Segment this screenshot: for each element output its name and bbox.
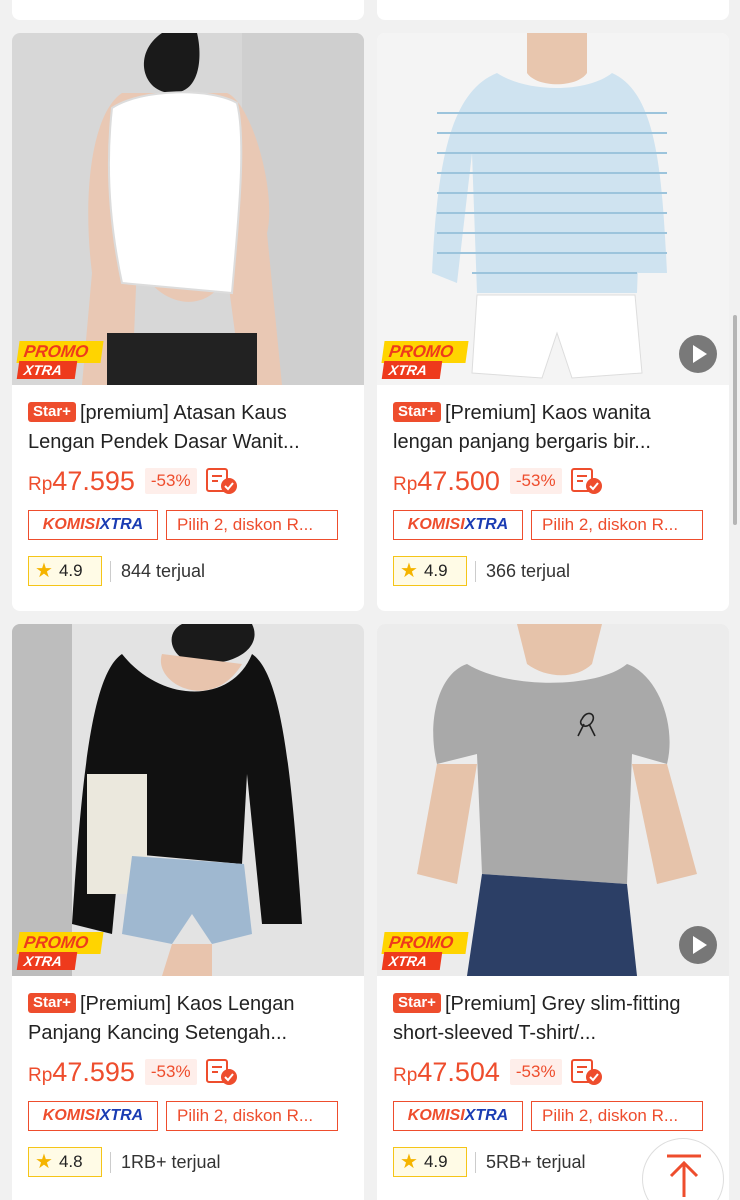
product-title[interactable]: Star+ [Premium] Kaos Lengan Panjang Kanci… xyxy=(28,990,350,1048)
cod-check-icon xyxy=(205,466,239,496)
rating-value: 4.9 xyxy=(423,1152,448,1171)
product-photo xyxy=(12,624,364,976)
product-price: Rp47.500 xyxy=(393,466,500,497)
previous-card-left xyxy=(12,0,364,20)
komisi-xtra-badge: KOMISI XTRA xyxy=(28,1101,158,1131)
komisi-text: KOMISI xyxy=(407,516,465,533)
product-card[interactable]: PROMO XTRA Star+ [premium] Atasan Kaus Le… xyxy=(12,33,364,611)
xtra-text: XTRA xyxy=(464,516,509,533)
rating-value: 4.8 xyxy=(58,1152,83,1171)
promo-xtra-badge: PROMO XTRA xyxy=(16,932,104,972)
rating-value: 4.9 xyxy=(58,561,83,580)
komisi-text: KOMISI xyxy=(407,1107,465,1124)
xtra-label: XTRA xyxy=(381,952,443,970)
sold-count: 844 terjual xyxy=(110,560,205,582)
komisi-xtra-badge: KOMISI XTRA xyxy=(393,510,523,540)
promo-label: PROMO xyxy=(16,932,104,954)
bundle-promo-tag: Pilih 2, diskon R... xyxy=(166,1101,338,1131)
sold-count: 1RB+ terjual xyxy=(110,1151,221,1173)
discount-badge: -53% xyxy=(144,468,197,494)
promo-xtra-badge: PROMO XTRA xyxy=(381,932,469,972)
discount-badge: -53% xyxy=(509,468,562,494)
product-image[interactable]: PROMO XTRA xyxy=(377,624,729,976)
price-value: 47.595 xyxy=(52,465,135,496)
product-image[interactable]: PROMO XTRA xyxy=(12,624,364,976)
komisi-text: KOMISI xyxy=(42,516,100,533)
bundle-promo-tag: Pilih 2, diskon R... xyxy=(166,510,338,540)
promo-label: PROMO xyxy=(16,341,104,363)
product-photo xyxy=(377,33,729,385)
cod-check-icon xyxy=(570,466,604,496)
product-card[interactable]: PROMO XTRA Star+ [Premium] Kaos wanita le… xyxy=(377,33,729,611)
product-price: Rp47.595 xyxy=(28,466,135,497)
product-price: Rp47.504 xyxy=(393,1057,500,1088)
previous-card-right xyxy=(377,0,729,20)
product-title[interactable]: Star+ [Premium] Kaos wanita lengan panjan… xyxy=(393,399,715,457)
cod-check-icon xyxy=(205,1057,239,1087)
rating-badge: ★ 4.9 xyxy=(393,556,467,586)
star-plus-badge: Star+ xyxy=(393,402,441,422)
promo-label: PROMO xyxy=(381,932,469,954)
arrow-up-icon xyxy=(667,1154,701,1197)
star-icon: ★ xyxy=(400,1151,418,1173)
xtra-text: XTRA xyxy=(99,1107,144,1124)
xtra-label: XTRA xyxy=(381,361,443,379)
komisi-xtra-badge: KOMISI XTRA xyxy=(393,1101,523,1131)
product-card[interactable]: PROMO XTRA Star+ [Premium] Grey slim-fitt… xyxy=(377,624,729,1200)
bundle-promo-tag: Pilih 2, diskon R... xyxy=(531,510,703,540)
currency: Rp xyxy=(28,473,53,495)
discount-badge: -53% xyxy=(144,1059,197,1085)
star-plus-badge: Star+ xyxy=(28,402,76,422)
star-plus-badge: Star+ xyxy=(393,993,441,1013)
scrollbar[interactable] xyxy=(733,315,737,525)
komisi-text: KOMISI xyxy=(42,1107,100,1124)
product-photo xyxy=(12,33,364,385)
bundle-promo-tag: Pilih 2, diskon R... xyxy=(531,1101,703,1131)
star-icon: ★ xyxy=(35,1151,53,1173)
product-title[interactable]: Star+ [Premium] Grey slim-fitting short-s… xyxy=(393,990,715,1048)
xtra-text: XTRA xyxy=(99,516,144,533)
promo-label: PROMO xyxy=(381,341,469,363)
currency: Rp xyxy=(393,473,418,495)
product-card[interactable]: PROMO XTRA Star+ [Premium] Kaos Lengan Pa… xyxy=(12,624,364,1200)
product-title[interactable]: Star+ [premium] Atasan Kaus Lengan Pendek… xyxy=(28,399,350,457)
product-photo xyxy=(377,624,729,976)
xtra-label: XTRA xyxy=(16,952,78,970)
discount-badge: -53% xyxy=(509,1059,562,1085)
price-value: 47.595 xyxy=(52,1056,135,1087)
cod-check-icon xyxy=(570,1057,604,1087)
xtra-text: XTRA xyxy=(464,1107,509,1124)
star-icon: ★ xyxy=(35,560,53,582)
sold-count: 5RB+ terjual xyxy=(475,1151,586,1173)
play-icon[interactable] xyxy=(679,335,717,373)
rating-badge: ★ 4.9 xyxy=(28,556,102,586)
rating-badge: ★ 4.8 xyxy=(28,1147,102,1177)
rating-badge: ★ 4.9 xyxy=(393,1147,467,1177)
xtra-label: XTRA xyxy=(16,361,78,379)
star-icon: ★ xyxy=(400,560,418,582)
product-price: Rp47.595 xyxy=(28,1057,135,1088)
play-icon[interactable] xyxy=(679,926,717,964)
komisi-xtra-badge: KOMISI XTRA xyxy=(28,510,158,540)
product-image[interactable]: PROMO XTRA xyxy=(377,33,729,385)
price-value: 47.500 xyxy=(417,465,500,496)
promo-xtra-badge: PROMO XTRA xyxy=(16,341,104,381)
product-image[interactable]: PROMO XTRA xyxy=(12,33,364,385)
promo-xtra-badge: PROMO XTRA xyxy=(381,341,469,381)
currency: Rp xyxy=(28,1064,53,1086)
sold-count: 366 terjual xyxy=(475,560,570,582)
product-grid-page: PROMO XTRA Star+ [premium] Atasan Kaus Le… xyxy=(0,0,740,1200)
star-plus-badge: Star+ xyxy=(28,993,76,1013)
currency: Rp xyxy=(393,1064,418,1086)
rating-value: 4.9 xyxy=(423,561,448,580)
price-value: 47.504 xyxy=(417,1056,500,1087)
